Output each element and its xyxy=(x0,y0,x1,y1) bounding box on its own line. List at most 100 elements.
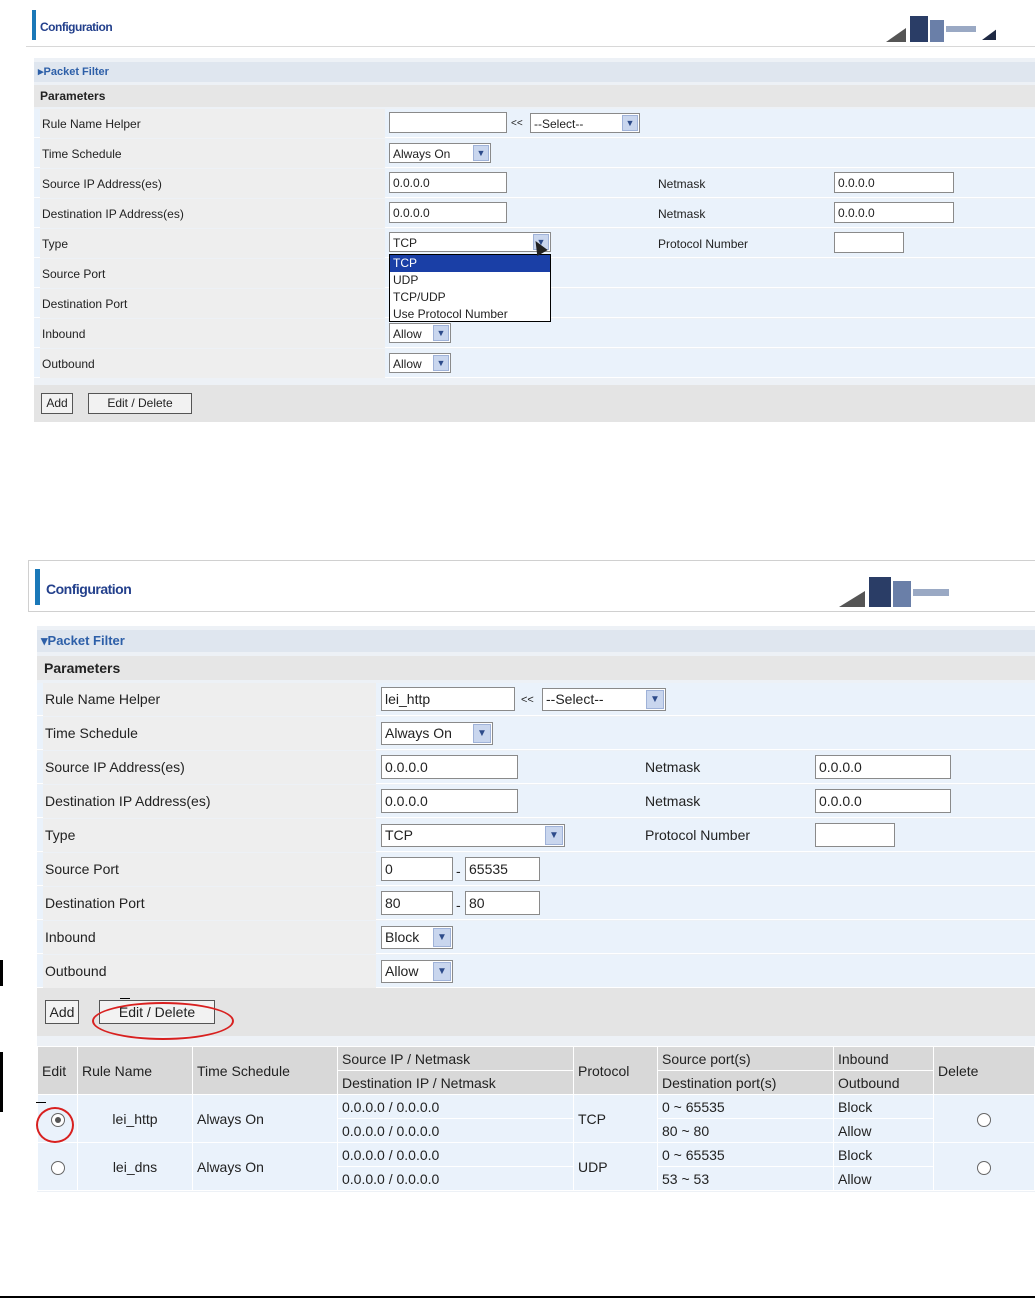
protocol-number-input[interactable] xyxy=(834,232,904,253)
header-logo-graphic xyxy=(839,577,949,607)
protocol-number-input[interactable] xyxy=(815,823,895,847)
params-header: Parameters xyxy=(37,656,1035,680)
row-rule-name: Rule Name Helper << --Select-- ▼ xyxy=(34,109,1035,138)
helper-select-value: --Select-- xyxy=(534,117,584,131)
source-port-to-input[interactable]: 65535 xyxy=(465,857,540,881)
table-row: lei_http Always On 0.0.0.0 / 0.0.0.0 TCP… xyxy=(37,1094,1035,1143)
source-ports-cell: 0 ~ 65535 xyxy=(657,1142,834,1167)
inbound-cell: Block xyxy=(833,1094,934,1119)
inbound-value: Allow xyxy=(393,327,422,341)
port-range-separator: - xyxy=(456,897,461,913)
params-title: Parameters xyxy=(40,89,106,103)
rule-name-label: Rule Name Helper xyxy=(45,691,161,707)
inbound-label: Inbound xyxy=(42,327,86,341)
row-type: Type TCP ▼ Protocol Number xyxy=(37,819,1035,852)
time-schedule-value: Always On xyxy=(385,725,452,741)
page-footer-rule xyxy=(0,1296,1035,1298)
source-netmask-input[interactable]: 0.0.0.0 xyxy=(815,755,951,779)
source-ip-input[interactable]: 0.0.0.0 xyxy=(381,755,518,779)
type-select[interactable]: TCP ▼ xyxy=(389,232,551,252)
label-cell: Time Schedule xyxy=(43,717,376,750)
destination-netmask-input[interactable]: 0.0.0.0 xyxy=(834,202,954,223)
destination-port-label: Destination Port xyxy=(45,895,145,911)
edit-delete-button[interactable]: Edit / Delete xyxy=(88,393,192,414)
header-logo-graphic xyxy=(886,16,996,42)
label-cell: Inbound xyxy=(40,319,385,348)
dropdown-option-tcp[interactable]: TCP xyxy=(390,255,550,272)
destination-ip-label: Destination IP Address(es) xyxy=(42,207,184,221)
section-header[interactable]: ▾Packet Filter xyxy=(37,630,1035,652)
time-schedule-select[interactable]: Always On ▼ xyxy=(381,722,493,745)
destination-netmask-label: Netmask xyxy=(658,207,706,221)
inbound-cell: Block xyxy=(833,1142,934,1167)
protocol-cell xyxy=(826,229,1035,258)
row-inbound: Inbound Allow ▼ xyxy=(34,319,1035,348)
type-dropdown-list[interactable]: TCP UDP TCP/UDP Use Protocol Number xyxy=(389,254,551,322)
destination-port-from-input[interactable]: 80 xyxy=(381,891,453,915)
outbound-select[interactable]: Allow ▼ xyxy=(389,353,451,373)
packet-filter-panel-dropdown: Configuration ▸Packet Filter Parameters … xyxy=(26,0,1035,422)
type-select[interactable]: TCP ▼ xyxy=(381,824,565,847)
rule-name-label: Rule Name Helper xyxy=(42,117,141,131)
row-destination-ip: Destination IP Address(es) 0.0.0.0 Netma… xyxy=(37,785,1035,818)
label-cell: Source Port xyxy=(40,259,385,288)
dropdown-option-protocol-number[interactable]: Use Protocol Number xyxy=(390,306,550,323)
outbound-label: Outbound xyxy=(45,963,107,979)
inbound-select[interactable]: Block ▼ xyxy=(381,926,453,949)
section-title: ▾Packet Filter xyxy=(41,633,125,648)
destination-port-to-input[interactable]: 80 xyxy=(465,891,540,915)
source-port-from-input[interactable]: 0 xyxy=(381,857,453,881)
protocol-cell xyxy=(809,819,1035,852)
helper-select[interactable]: --Select-- ▼ xyxy=(542,688,666,711)
margin-mark xyxy=(0,960,3,986)
protocol-cell: UDP xyxy=(573,1142,658,1191)
row-destination-port: Destination Port 80 - 80 xyxy=(37,887,1035,920)
config-header: Configuration xyxy=(28,560,1035,612)
delete-radio[interactable] xyxy=(977,1160,991,1175)
edit-radio[interactable] xyxy=(50,1160,65,1175)
destination-ip-input[interactable]: 0.0.0.0 xyxy=(389,202,507,223)
dropdown-option-tcp-udp[interactable]: TCP/UDP xyxy=(390,289,550,306)
section-header[interactable]: ▸Packet Filter xyxy=(34,62,1035,82)
helper-select[interactable]: --Select-- ▼ xyxy=(530,113,640,133)
label-cell: Outbound xyxy=(40,349,385,378)
type-select-value: TCP xyxy=(393,236,417,250)
col-inbound: Inbound xyxy=(833,1046,934,1071)
col-source-ports: Source port(s) xyxy=(657,1046,834,1071)
col-edit: Edit xyxy=(37,1046,78,1095)
destination-ip-input[interactable]: 0.0.0.0 xyxy=(381,789,518,813)
rule-name-input[interactable] xyxy=(389,112,507,133)
inbound-select[interactable]: Allow ▼ xyxy=(389,323,451,343)
label-cell: Destination IP Address(es) xyxy=(40,199,385,228)
col-protocol: Protocol xyxy=(573,1046,658,1095)
margin-mark xyxy=(120,998,130,999)
row-destination-ip: Destination IP Address(es) 0.0.0.0 Netma… xyxy=(34,199,1035,228)
helper-arrow: << xyxy=(511,118,523,129)
destination-ip-label: Destination IP Address(es) xyxy=(45,793,211,809)
col-destination-ports: Destination port(s) xyxy=(657,1070,834,1095)
inbound-value: Block xyxy=(385,929,420,945)
time-schedule-select[interactable]: Always On ▼ xyxy=(389,143,491,163)
destination-ports-cell: 53 ~ 53 xyxy=(657,1166,834,1191)
source-netmask-label: Netmask xyxy=(658,177,706,191)
netmask-cell: 0.0.0.0 xyxy=(809,751,1035,784)
label-cell: Rule Name Helper xyxy=(40,109,385,138)
dropdown-option-udp[interactable]: UDP xyxy=(390,272,550,289)
rule-name-input[interactable]: lei_http xyxy=(381,687,515,711)
add-button[interactable]: Add xyxy=(45,1000,79,1024)
time-schedule-label: Time Schedule xyxy=(45,725,138,741)
chevron-down-icon: ▼ xyxy=(433,355,449,371)
source-port-label: Source Port xyxy=(42,267,106,281)
chevron-down-icon: ▼ xyxy=(473,145,489,161)
outbound-value: Allow xyxy=(393,357,422,371)
outbound-select[interactable]: Allow ▼ xyxy=(381,960,453,983)
source-ip-input[interactable]: 0.0.0.0 xyxy=(389,172,507,193)
label-cell: Rule Name Helper xyxy=(43,683,376,716)
delete-radio[interactable] xyxy=(977,1112,991,1127)
add-button[interactable]: Add xyxy=(41,393,73,414)
margin-mark xyxy=(36,1102,46,1103)
source-netmask-input[interactable]: 0.0.0.0 xyxy=(834,172,954,193)
type-label: Type xyxy=(42,237,69,251)
config-header: Configuration xyxy=(26,4,1035,47)
destination-netmask-input[interactable]: 0.0.0.0 xyxy=(815,789,951,813)
